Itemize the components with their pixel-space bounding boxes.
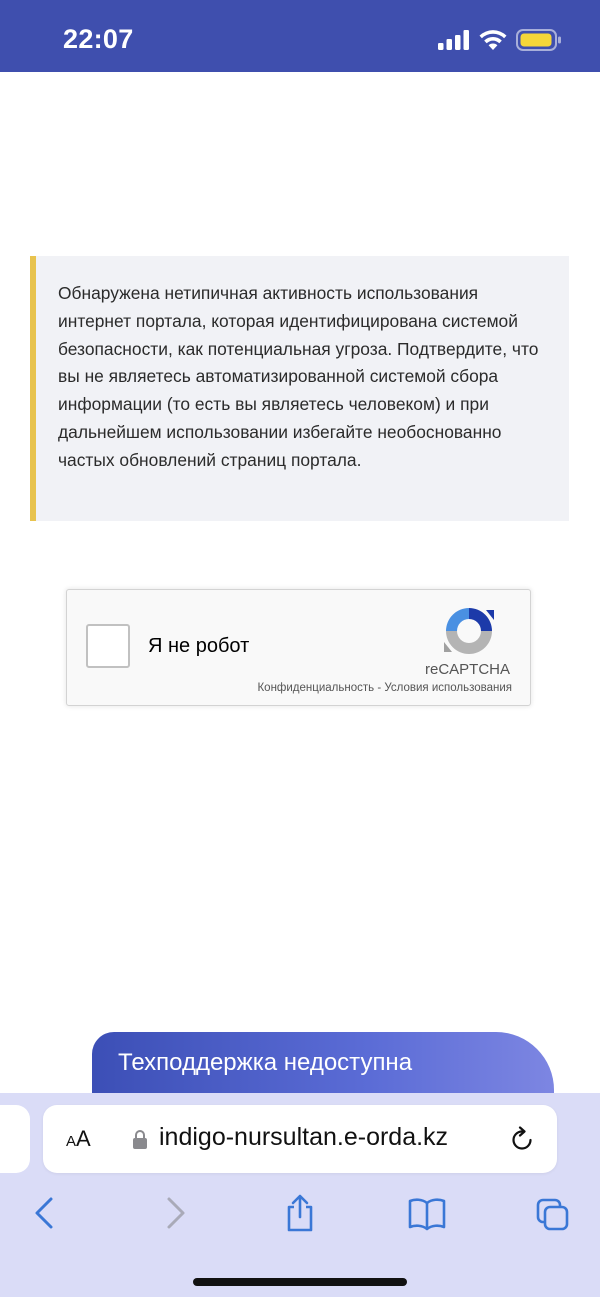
recaptcha-brand: reCAPTCHA [424,661,510,678]
signal-icon [438,30,469,50]
recaptcha-checkbox[interactable] [86,624,130,668]
battery-icon [516,29,561,51]
forward-icon[interactable] [157,1193,193,1233]
home-indicator [193,1278,407,1286]
text-size-button[interactable]: AA [66,1126,91,1152]
lock-icon [133,1130,147,1149]
terms-link[interactable]: Условия использования [384,682,512,694]
recaptcha-widget: Я не робот reCAPTCHA Конфиденциальность … [66,589,531,706]
notice-text: Обнаружена нетипичная активность использ… [58,283,539,470]
previous-tab-edge[interactable] [0,1105,30,1173]
recaptcha-label: Я не робот [148,635,250,657]
reload-icon[interactable] [509,1126,535,1152]
bookmarks-icon[interactable] [407,1193,447,1233]
back-icon[interactable] [27,1193,63,1233]
recaptcha-logo-icon [444,608,494,654]
url-text[interactable]: indigo-nursultan.e-orda.kz [159,1123,448,1152]
address-bar[interactable]: AA indigo-nursultan.e-orda.kz [43,1105,557,1173]
status-time: 22:07 [63,24,134,54]
recaptcha-links: Конфиденциальность - Условия использован… [257,682,512,694]
text-size-large-label: A [76,1126,91,1151]
browser-bottom-bar: AA indigo-nursultan.e-orda.kz [0,1093,600,1297]
share-icon[interactable] [282,1193,318,1233]
links-separator: - [374,682,385,694]
privacy-link[interactable]: Конфиденциальность [257,682,374,694]
support-banner-text: Техподдержка недоступна [118,1049,413,1076]
security-notice: Обнаружена нетипичная активность использ… [30,256,569,521]
text-size-small-label: A [66,1133,77,1150]
tabs-icon[interactable] [535,1193,571,1233]
status-bar: 22:07 [0,0,600,72]
wifi-icon [479,30,507,50]
